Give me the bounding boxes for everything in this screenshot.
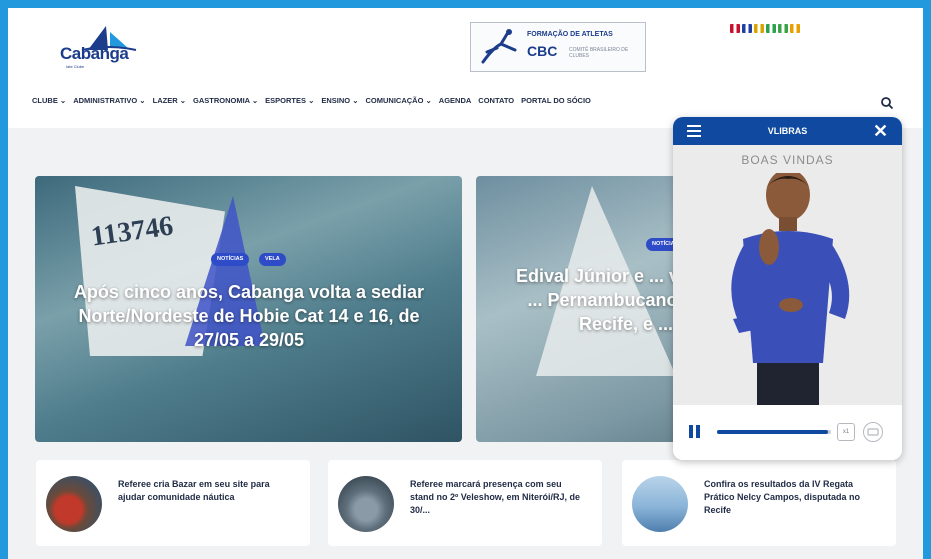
flag-spain-icon[interactable] xyxy=(790,24,800,33)
logo-text: Cabanga xyxy=(60,44,129,63)
nav-item[interactable]: ESPORTES ⌄ xyxy=(265,96,314,105)
sign-language-avatar xyxy=(731,173,850,405)
hero-card-news[interactable]: 113746 NOTÍCIAS VELA Após cinco anos, Ca… xyxy=(35,176,462,442)
news-list-item[interactable]: Referee marcará presença com seu stand n… xyxy=(328,460,602,546)
category-badge[interactable]: VELA xyxy=(259,253,286,266)
vlibras-controls: x1 xyxy=(673,405,902,460)
nav-item[interactable]: ENSINO ⌄ xyxy=(321,96,358,105)
logo-subtitle: Iate Clube xyxy=(66,64,85,69)
search-icon[interactable] xyxy=(880,96,894,110)
nav-item[interactable]: AGENDA xyxy=(439,96,472,105)
news-title: Referee marcará presença com seu stand n… xyxy=(410,479,580,515)
cbc-banner[interactable]: FORMAÇÃO DE ATLETAS CBC COMITÊ BRASILEIR… xyxy=(470,22,646,72)
nav-item[interactable]: CONTATO xyxy=(478,96,514,105)
vlibras-title: VLIBRAS xyxy=(767,126,808,136)
nav-item[interactable]: LAZER ⌄ xyxy=(153,96,186,105)
cabanga-logo[interactable]: Cabanga Iate Clube xyxy=(56,24,156,74)
main-nav: CLUBE ⌄ ADMINISTRATIVO ⌄ LAZER ⌄ GASTRONOMI… xyxy=(32,96,591,105)
news-title: Confira os resultados da IV Regata Práti… xyxy=(704,479,861,515)
vlibras-widget: VLIBRAS ✕ BOAS VINDAS x1 xyxy=(673,117,902,460)
flag-italy-icon[interactable] xyxy=(766,24,776,33)
nav-item[interactable]: COMUNICAÇÃO ⌄ xyxy=(366,96,432,105)
nav-item[interactable]: PORTAL DO SÓCIO xyxy=(521,96,591,105)
subtitle-toggle-icon[interactable] xyxy=(863,422,883,442)
news-thumbnail xyxy=(632,476,688,532)
flag-france-icon[interactable] xyxy=(742,24,752,33)
news-thumbnail xyxy=(338,476,394,532)
news-list-item[interactable]: Confira os resultados da IV Regata Práti… xyxy=(622,460,896,546)
flag-germany-icon[interactable] xyxy=(754,24,764,33)
flag-uk-icon[interactable] xyxy=(730,24,740,33)
pause-icon[interactable] xyxy=(689,425,701,438)
close-icon[interactable]: ✕ xyxy=(873,119,888,143)
vlibras-header: VLIBRAS ✕ xyxy=(673,117,902,145)
frame-top-border xyxy=(0,0,931,8)
speed-button[interactable]: x1 xyxy=(837,423,855,441)
banner-cbc: CBC xyxy=(527,43,558,59)
banner-title: FORMAÇÃO DE ATLETAS xyxy=(527,31,613,38)
vlibras-avatar-stage: BOAS VINDAS xyxy=(673,145,902,405)
flag-portugal-icon[interactable] xyxy=(778,24,788,33)
playback-progress-fill xyxy=(717,430,828,434)
nav-item[interactable]: ADMINISTRATIVO ⌄ xyxy=(73,96,145,105)
language-flags xyxy=(730,24,800,33)
playback-progress[interactable] xyxy=(717,430,831,434)
category-badge[interactable]: NOTÍCIAS xyxy=(211,253,250,266)
hero-card-title[interactable]: Após cinco anos, Cabanga volta a sediar … xyxy=(69,280,429,352)
banner-subtitle: COMITÊ BRASILEIRO DE CLUBES xyxy=(569,47,629,59)
athlete-runner-icon xyxy=(481,29,517,64)
news-thumbnail xyxy=(46,476,102,532)
site-header: Cabanga Iate Clube FORMAÇÃO DE ATLETAS C… xyxy=(8,8,923,128)
nav-item[interactable]: CLUBE ⌄ xyxy=(32,96,66,105)
nav-item[interactable]: GASTRONOMIA ⌄ xyxy=(193,96,258,105)
vlibras-caption: BOAS VINDAS xyxy=(741,153,834,167)
news-list-item[interactable]: Referee cria Bazar em seu site para ajud… xyxy=(36,460,310,546)
news-title: Referee cria Bazar em seu site para ajud… xyxy=(118,479,270,502)
